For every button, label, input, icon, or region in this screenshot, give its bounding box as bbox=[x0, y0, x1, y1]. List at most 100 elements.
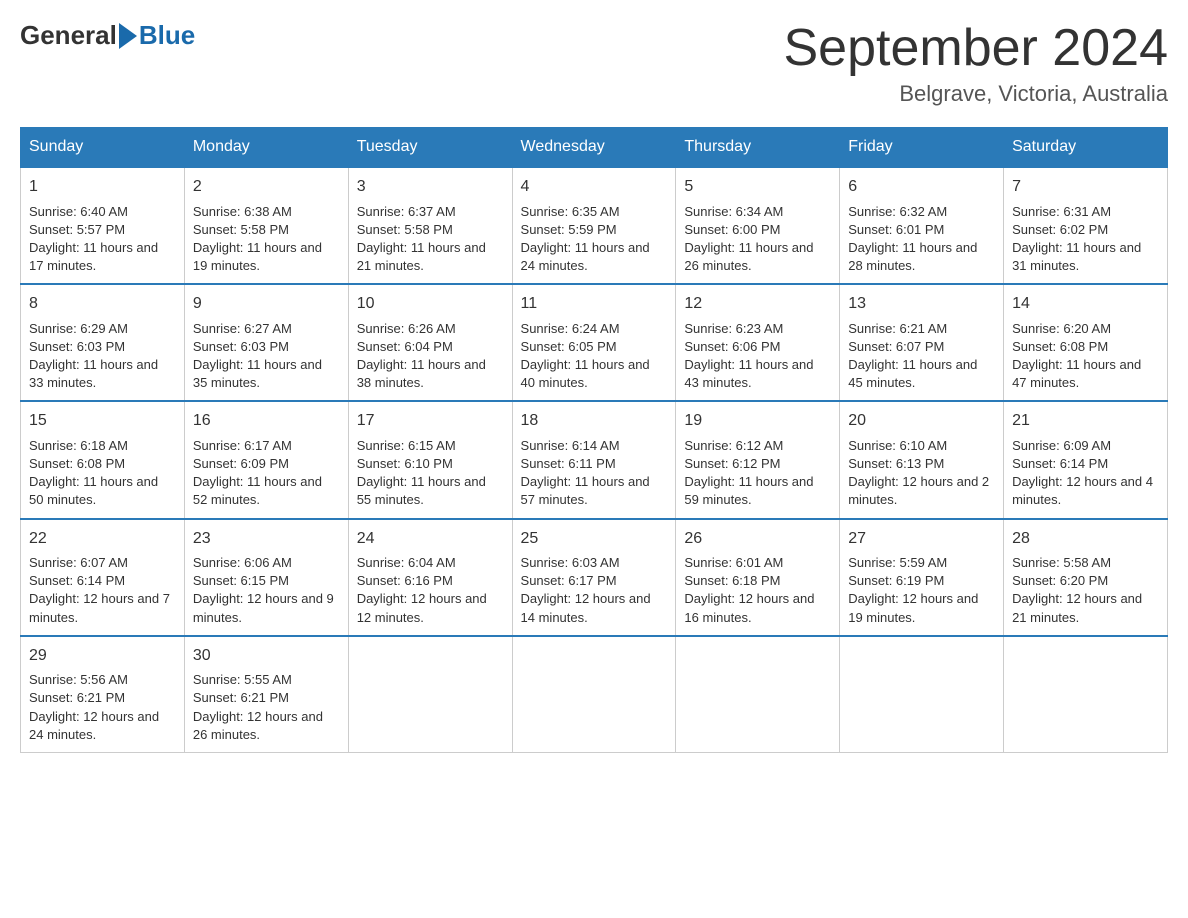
day-number: 26 bbox=[684, 528, 831, 550]
day-info: Sunrise: 6:38 AMSunset: 5:58 PMDaylight:… bbox=[193, 204, 322, 274]
day-number: 27 bbox=[848, 528, 995, 550]
calendar-cell: 21 Sunrise: 6:09 AMSunset: 6:14 PMDaylig… bbox=[1004, 401, 1168, 518]
day-info: Sunrise: 6:23 AMSunset: 6:06 PMDaylight:… bbox=[684, 321, 813, 391]
calendar-body: 1 Sunrise: 6:40 AMSunset: 5:57 PMDayligh… bbox=[21, 167, 1168, 752]
day-number: 11 bbox=[521, 293, 668, 315]
day-info: Sunrise: 5:55 AMSunset: 6:21 PMDaylight:… bbox=[193, 672, 323, 742]
day-number: 29 bbox=[29, 645, 176, 667]
calendar-cell: 28 Sunrise: 5:58 AMSunset: 6:20 PMDaylig… bbox=[1004, 519, 1168, 636]
calendar-table: SundayMondayTuesdayWednesdayThursdayFrid… bbox=[20, 127, 1168, 753]
day-header-sunday: Sunday bbox=[21, 128, 185, 168]
calendar-cell bbox=[512, 636, 676, 753]
calendar-cell: 9 Sunrise: 6:27 AMSunset: 6:03 PMDayligh… bbox=[184, 284, 348, 401]
calendar-cell: 8 Sunrise: 6:29 AMSunset: 6:03 PMDayligh… bbox=[21, 284, 185, 401]
calendar-cell: 22 Sunrise: 6:07 AMSunset: 6:14 PMDaylig… bbox=[21, 519, 185, 636]
calendar-cell: 11 Sunrise: 6:24 AMSunset: 6:05 PMDaylig… bbox=[512, 284, 676, 401]
calendar-cell: 10 Sunrise: 6:26 AMSunset: 6:04 PMDaylig… bbox=[348, 284, 512, 401]
calendar-week-1: 1 Sunrise: 6:40 AMSunset: 5:57 PMDayligh… bbox=[21, 167, 1168, 284]
day-info: Sunrise: 6:04 AMSunset: 6:16 PMDaylight:… bbox=[357, 555, 487, 625]
day-number: 3 bbox=[357, 176, 504, 198]
day-info: Sunrise: 6:01 AMSunset: 6:18 PMDaylight:… bbox=[684, 555, 814, 625]
logo-blue-text: Blue bbox=[139, 20, 195, 51]
calendar-cell: 25 Sunrise: 6:03 AMSunset: 6:17 PMDaylig… bbox=[512, 519, 676, 636]
calendar-cell: 7 Sunrise: 6:31 AMSunset: 6:02 PMDayligh… bbox=[1004, 167, 1168, 284]
calendar-cell: 29 Sunrise: 5:56 AMSunset: 6:21 PMDaylig… bbox=[21, 636, 185, 753]
day-number: 22 bbox=[29, 528, 176, 550]
calendar-cell: 16 Sunrise: 6:17 AMSunset: 6:09 PMDaylig… bbox=[184, 401, 348, 518]
day-number: 23 bbox=[193, 528, 340, 550]
day-info: Sunrise: 5:59 AMSunset: 6:19 PMDaylight:… bbox=[848, 555, 978, 625]
calendar-cell bbox=[348, 636, 512, 753]
day-info: Sunrise: 6:09 AMSunset: 6:14 PMDaylight:… bbox=[1012, 438, 1153, 508]
calendar-week-2: 8 Sunrise: 6:29 AMSunset: 6:03 PMDayligh… bbox=[21, 284, 1168, 401]
day-info: Sunrise: 6:29 AMSunset: 6:03 PMDaylight:… bbox=[29, 321, 158, 391]
day-info: Sunrise: 6:20 AMSunset: 6:08 PMDaylight:… bbox=[1012, 321, 1141, 391]
day-info: Sunrise: 6:14 AMSunset: 6:11 PMDaylight:… bbox=[521, 438, 650, 508]
calendar-cell: 18 Sunrise: 6:14 AMSunset: 6:11 PMDaylig… bbox=[512, 401, 676, 518]
calendar-cell: 13 Sunrise: 6:21 AMSunset: 6:07 PMDaylig… bbox=[840, 284, 1004, 401]
day-number: 24 bbox=[357, 528, 504, 550]
day-info: Sunrise: 6:12 AMSunset: 6:12 PMDaylight:… bbox=[684, 438, 813, 508]
calendar-cell: 14 Sunrise: 6:20 AMSunset: 6:08 PMDaylig… bbox=[1004, 284, 1168, 401]
day-number: 1 bbox=[29, 176, 176, 198]
day-header-monday: Monday bbox=[184, 128, 348, 168]
day-info: Sunrise: 6:24 AMSunset: 6:05 PMDaylight:… bbox=[521, 321, 650, 391]
day-number: 9 bbox=[193, 293, 340, 315]
day-info: Sunrise: 6:37 AMSunset: 5:58 PMDaylight:… bbox=[357, 204, 486, 274]
day-number: 25 bbox=[521, 528, 668, 550]
day-info: Sunrise: 5:56 AMSunset: 6:21 PMDaylight:… bbox=[29, 672, 159, 742]
day-info: Sunrise: 6:06 AMSunset: 6:15 PMDaylight:… bbox=[193, 555, 334, 625]
day-info: Sunrise: 6:35 AMSunset: 5:59 PMDaylight:… bbox=[521, 204, 650, 274]
day-info: Sunrise: 6:10 AMSunset: 6:13 PMDaylight:… bbox=[848, 438, 989, 508]
calendar-cell: 4 Sunrise: 6:35 AMSunset: 5:59 PMDayligh… bbox=[512, 167, 676, 284]
calendar-header: SundayMondayTuesdayWednesdayThursdayFrid… bbox=[21, 128, 1168, 168]
day-info: Sunrise: 6:18 AMSunset: 6:08 PMDaylight:… bbox=[29, 438, 158, 508]
day-number: 30 bbox=[193, 645, 340, 667]
day-info: Sunrise: 6:07 AMSunset: 6:14 PMDaylight:… bbox=[29, 555, 170, 625]
calendar-cell: 30 Sunrise: 5:55 AMSunset: 6:21 PMDaylig… bbox=[184, 636, 348, 753]
calendar-week-4: 22 Sunrise: 6:07 AMSunset: 6:14 PMDaylig… bbox=[21, 519, 1168, 636]
day-header-saturday: Saturday bbox=[1004, 128, 1168, 168]
day-number: 10 bbox=[357, 293, 504, 315]
calendar-cell: 5 Sunrise: 6:34 AMSunset: 6:00 PMDayligh… bbox=[676, 167, 840, 284]
day-info: Sunrise: 6:26 AMSunset: 6:04 PMDaylight:… bbox=[357, 321, 486, 391]
day-number: 12 bbox=[684, 293, 831, 315]
location-subtitle: Belgrave, Victoria, Australia bbox=[784, 81, 1169, 107]
logo-arrow-icon bbox=[119, 23, 137, 49]
title-block: September 2024 Belgrave, Victoria, Austr… bbox=[784, 20, 1169, 107]
calendar-cell: 23 Sunrise: 6:06 AMSunset: 6:15 PMDaylig… bbox=[184, 519, 348, 636]
calendar-week-5: 29 Sunrise: 5:56 AMSunset: 6:21 PMDaylig… bbox=[21, 636, 1168, 753]
day-number: 14 bbox=[1012, 293, 1159, 315]
calendar-cell bbox=[676, 636, 840, 753]
calendar-cell: 24 Sunrise: 6:04 AMSunset: 6:16 PMDaylig… bbox=[348, 519, 512, 636]
day-number: 19 bbox=[684, 410, 831, 432]
day-header-thursday: Thursday bbox=[676, 128, 840, 168]
day-info: Sunrise: 5:58 AMSunset: 6:20 PMDaylight:… bbox=[1012, 555, 1142, 625]
day-info: Sunrise: 6:15 AMSunset: 6:10 PMDaylight:… bbox=[357, 438, 486, 508]
day-info: Sunrise: 6:03 AMSunset: 6:17 PMDaylight:… bbox=[521, 555, 651, 625]
page-header: General Blue September 2024 Belgrave, Vi… bbox=[20, 20, 1168, 107]
calendar-cell: 1 Sunrise: 6:40 AMSunset: 5:57 PMDayligh… bbox=[21, 167, 185, 284]
month-title: September 2024 bbox=[784, 20, 1169, 77]
day-number: 4 bbox=[521, 176, 668, 198]
day-number: 2 bbox=[193, 176, 340, 198]
day-number: 8 bbox=[29, 293, 176, 315]
day-number: 5 bbox=[684, 176, 831, 198]
day-header-friday: Friday bbox=[840, 128, 1004, 168]
calendar-cell: 26 Sunrise: 6:01 AMSunset: 6:18 PMDaylig… bbox=[676, 519, 840, 636]
calendar-cell: 20 Sunrise: 6:10 AMSunset: 6:13 PMDaylig… bbox=[840, 401, 1004, 518]
logo-general-text: General bbox=[20, 20, 117, 51]
day-info: Sunrise: 6:40 AMSunset: 5:57 PMDaylight:… bbox=[29, 204, 158, 274]
day-number: 18 bbox=[521, 410, 668, 432]
calendar-cell: 19 Sunrise: 6:12 AMSunset: 6:12 PMDaylig… bbox=[676, 401, 840, 518]
day-number: 6 bbox=[848, 176, 995, 198]
day-number: 7 bbox=[1012, 176, 1159, 198]
calendar-cell: 6 Sunrise: 6:32 AMSunset: 6:01 PMDayligh… bbox=[840, 167, 1004, 284]
day-info: Sunrise: 6:27 AMSunset: 6:03 PMDaylight:… bbox=[193, 321, 322, 391]
day-number: 15 bbox=[29, 410, 176, 432]
day-info: Sunrise: 6:32 AMSunset: 6:01 PMDaylight:… bbox=[848, 204, 977, 274]
calendar-cell bbox=[1004, 636, 1168, 753]
day-number: 21 bbox=[1012, 410, 1159, 432]
day-number: 20 bbox=[848, 410, 995, 432]
calendar-cell: 15 Sunrise: 6:18 AMSunset: 6:08 PMDaylig… bbox=[21, 401, 185, 518]
